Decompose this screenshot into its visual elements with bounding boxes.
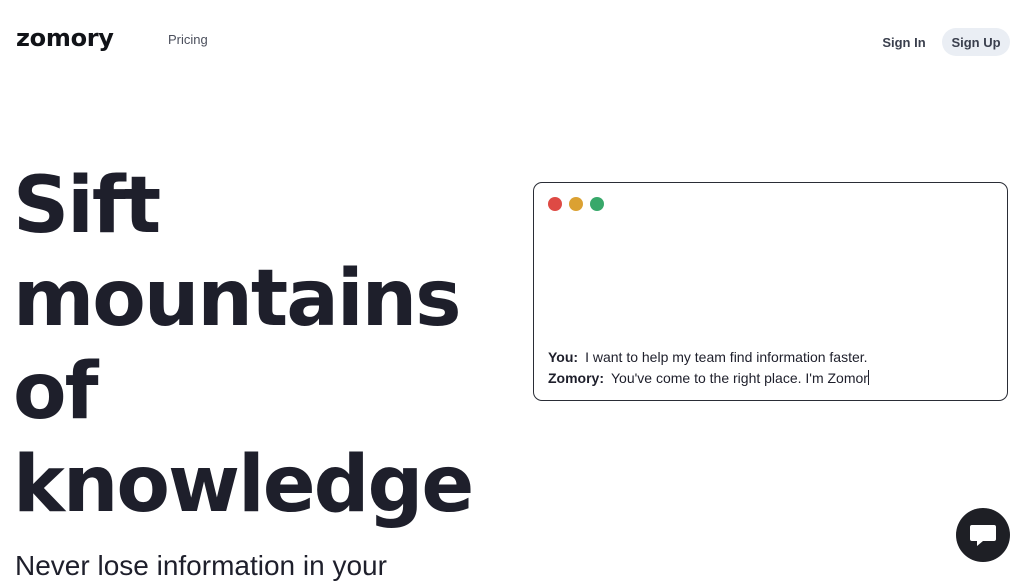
- chat-message-text: You've come to the right place. I'm Zomo…: [611, 370, 868, 386]
- zomory-logo[interactable]: zomory: [16, 20, 114, 56]
- chat-message-bot: Zomory: You've come to the right place. I…: [548, 368, 869, 389]
- chat-speaker-label: You:: [548, 349, 579, 365]
- nav-pricing-link[interactable]: Pricing: [168, 31, 208, 49]
- chat-message-text: I want to help my team find information …: [585, 349, 868, 365]
- window-close-dot-icon: [548, 197, 562, 211]
- hero-title-line: Sift: [13, 161, 161, 251]
- chat-bubble-icon: [970, 525, 996, 546]
- chat-demo-window: You: I want to help my team find informat…: [533, 182, 1008, 401]
- chat-transcript: You: I want to help my team find informat…: [548, 347, 869, 389]
- window-minimize-dot-icon: [569, 197, 583, 211]
- sign-up-button[interactable]: Sign Up: [942, 28, 1010, 56]
- hero-subtitle: Never lose information in your: [15, 550, 387, 581]
- sign-in-button[interactable]: Sign In: [870, 28, 938, 56]
- chat-message-user: You: I want to help my team find informat…: [548, 347, 869, 368]
- hero-title-line: knowledge: [13, 440, 474, 530]
- chat-speaker-label: Zomory:: [548, 370, 604, 386]
- chat-widget-button[interactable]: [956, 508, 1010, 562]
- window-maximize-dot-icon: [590, 197, 604, 211]
- hero-title-line: mountains: [13, 254, 462, 344]
- hero-title: Sift mountains of knowledge: [13, 160, 483, 532]
- hero-title-line: of: [13, 347, 99, 437]
- typing-cursor: [867, 370, 869, 385]
